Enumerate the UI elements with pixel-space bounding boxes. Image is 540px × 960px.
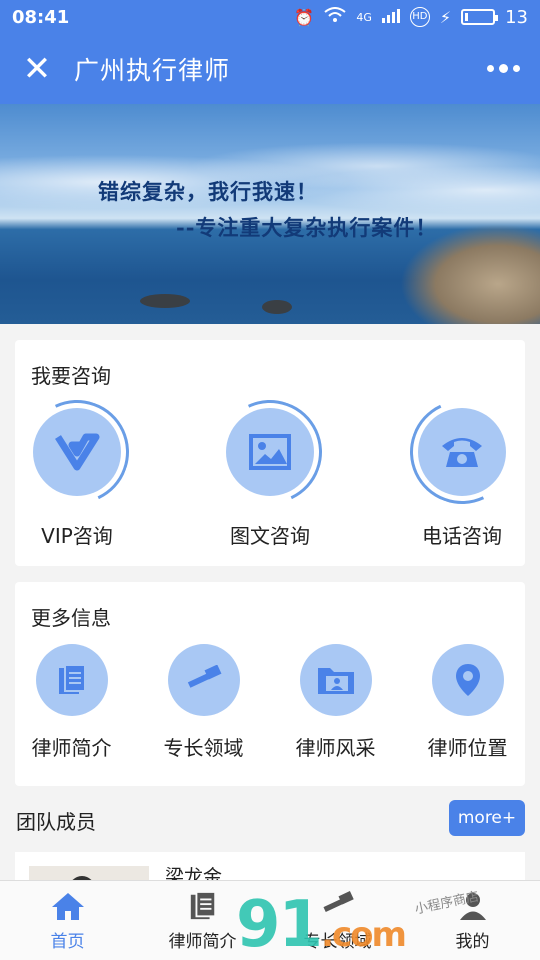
more-dots-icon[interactable]	[487, 64, 520, 73]
location-pin-icon	[431, 644, 504, 716]
expertise-label: 专长领域	[163, 736, 244, 760]
lawyer-location-button[interactable]: 律师位置	[404, 644, 531, 761]
alarm-icon: ⏰	[294, 7, 315, 27]
phone-icon	[418, 408, 506, 496]
site-watermark: 91.com	[236, 888, 407, 960]
vip-consult-button[interactable]: VIP咨询	[0, 385, 162, 549]
team-section-title: 团队成员	[16, 810, 96, 834]
phone-consult-button[interactable]: 电话咨询	[377, 385, 540, 549]
image-consult-label: 图文咨询	[230, 524, 310, 548]
tab-mine-label: 我的	[455, 932, 490, 952]
banner-slogan: 错综复杂，我行我速！	[98, 179, 318, 204]
consult-card: 我要咨询 VIP咨询 图文咨询 电话咨询	[10, 340, 529, 566]
phone-consult-label: 电话咨询	[422, 524, 502, 548]
vip-icon	[33, 408, 121, 496]
title-bar: ✕ 广州执行律师	[0, 34, 540, 104]
battery-fill	[465, 13, 469, 21]
status-time: 08:41	[12, 6, 70, 28]
consult-heading: 我要咨询	[31, 364, 111, 388]
network-type: 4G	[356, 10, 372, 24]
banner-rock	[262, 300, 292, 314]
folder-person-icon	[299, 644, 372, 716]
lawyer-intro-button[interactable]: 律师简介	[8, 644, 135, 761]
status-bar: 08:41 ⏰ 4G HD ⚡ 13	[0, 0, 540, 34]
battery-icon	[461, 9, 499, 25]
status-icons: ⏰ 4G HD ⚡ 13	[294, 7, 528, 28]
lawyer-intro-label: 律师简介	[31, 736, 112, 760]
more-info-card: 更多信息 律师简介 专长领域 律师风采 律师位置	[15, 582, 525, 786]
banner-image: 错综复杂，我行我速！ --专注重大复杂执行案件！	[0, 104, 540, 324]
vip-consult-label: VIP咨询	[41, 524, 113, 548]
team-more-button[interactable]: more+	[449, 800, 525, 836]
wifi-icon	[324, 7, 346, 27]
page-title: 广州执行律师	[74, 56, 231, 85]
expertise-button[interactable]: 专长领域	[140, 644, 267, 761]
tab-home[interactable]: 首页	[0, 881, 135, 960]
lawyer-gallery-label: 律师风采	[295, 736, 376, 760]
lawyer-gallery-button[interactable]: 律师风采	[272, 644, 399, 761]
close-icon[interactable]: ✕	[20, 52, 54, 86]
lawyer-location-label: 律师位置	[427, 736, 508, 760]
more-info-heading: 更多信息	[31, 606, 111, 630]
member-name: 梁龙金	[165, 866, 223, 882]
image-consult-button[interactable]: 图文咨询	[185, 385, 355, 549]
image-icon	[226, 408, 314, 496]
banner-subslogan: --专注重大复杂执行案件！	[176, 215, 438, 240]
charging-icon: ⚡	[439, 7, 452, 27]
hd-badge: HD	[409, 7, 430, 27]
home-icon	[0, 881, 135, 923]
gavel-icon	[167, 644, 240, 716]
tab-home-label: 首页	[50, 932, 85, 952]
signal-icon	[381, 8, 400, 27]
battery-level: 13	[505, 6, 528, 28]
banner-rock	[140, 294, 190, 308]
document-icon	[35, 644, 108, 716]
team-member-card[interactable]: 梁龙金	[15, 852, 525, 882]
